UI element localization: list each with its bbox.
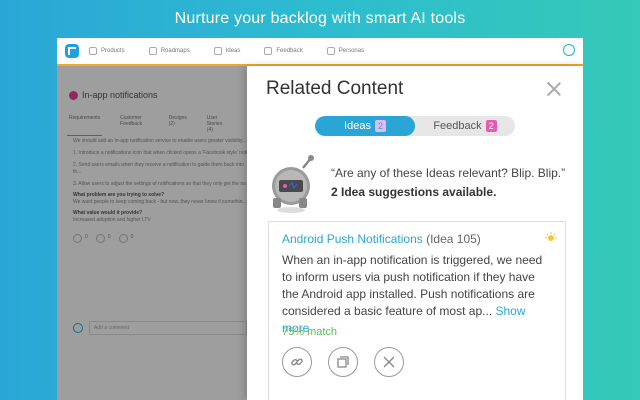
suggestion-actions — [282, 347, 420, 377]
close-icon — [383, 356, 395, 368]
idea-reference: (Idea 105) — [426, 232, 481, 246]
app-logo-icon[interactable] — [65, 44, 79, 58]
roadmaps-icon — [148, 47, 157, 55]
nav-ideas[interactable]: Ideas — [213, 47, 240, 55]
suggestion-count: 2 Idea suggestions available. — [331, 185, 497, 199]
link-button[interactable] — [282, 347, 312, 377]
content-type-toggle: Ideas 2 Feedback 2 — [315, 116, 515, 136]
app-window: Products Roadmaps Ideas Feedback Persona… — [57, 38, 583, 400]
ideas-count-badge: 2 — [374, 120, 386, 132]
tab-feedback[interactable]: Feedback 2 — [415, 116, 515, 136]
personas-icon — [326, 47, 335, 55]
idea-suggestion-card: Android Push Notifications (Idea 105) Wh… — [268, 221, 566, 400]
top-nav: Products Roadmaps Ideas Feedback Persona… — [57, 38, 583, 66]
related-content-panel: Related Content Ideas 2 Feedback 2 “Are — [247, 66, 583, 400]
match-score: 75% match — [282, 326, 338, 338]
feedback-count-badge: 2 — [485, 120, 497, 132]
ideas-icon — [213, 47, 222, 55]
nav-roadmaps[interactable]: Roadmaps — [148, 47, 190, 55]
panel-title: Related Content — [266, 78, 404, 99]
nav-products[interactable]: Products — [89, 47, 125, 55]
dismiss-button[interactable] — [374, 347, 404, 377]
copy-icon — [337, 356, 349, 368]
suggestion-description: When an in-app notification is triggered… — [282, 253, 543, 335]
tab-ideas[interactable]: Ideas 2 — [315, 116, 415, 136]
nav-personas[interactable]: Personas — [326, 47, 364, 55]
user-avatar[interactable] — [563, 44, 575, 56]
products-icon — [89, 47, 97, 55]
lightbulb-icon — [545, 232, 557, 241]
suggestion-title: Android Push Notifications (Idea 105) — [282, 232, 481, 246]
feedback-icon — [264, 47, 273, 55]
copy-button[interactable] — [328, 347, 358, 377]
nav-feedback[interactable]: Feedback — [264, 47, 303, 55]
close-icon[interactable] — [547, 82, 561, 96]
page-headline: Nurture your backlog with smart AI tools — [174, 10, 466, 27]
link-icon — [291, 358, 303, 366]
robot-icon — [272, 155, 314, 213]
suggestion-link[interactable]: Android Push Notifications — [282, 232, 423, 246]
robot-message: “Are any of these Ideas relevant? Blip. … — [331, 166, 566, 180]
modal-backdrop[interactable] — [57, 66, 247, 400]
